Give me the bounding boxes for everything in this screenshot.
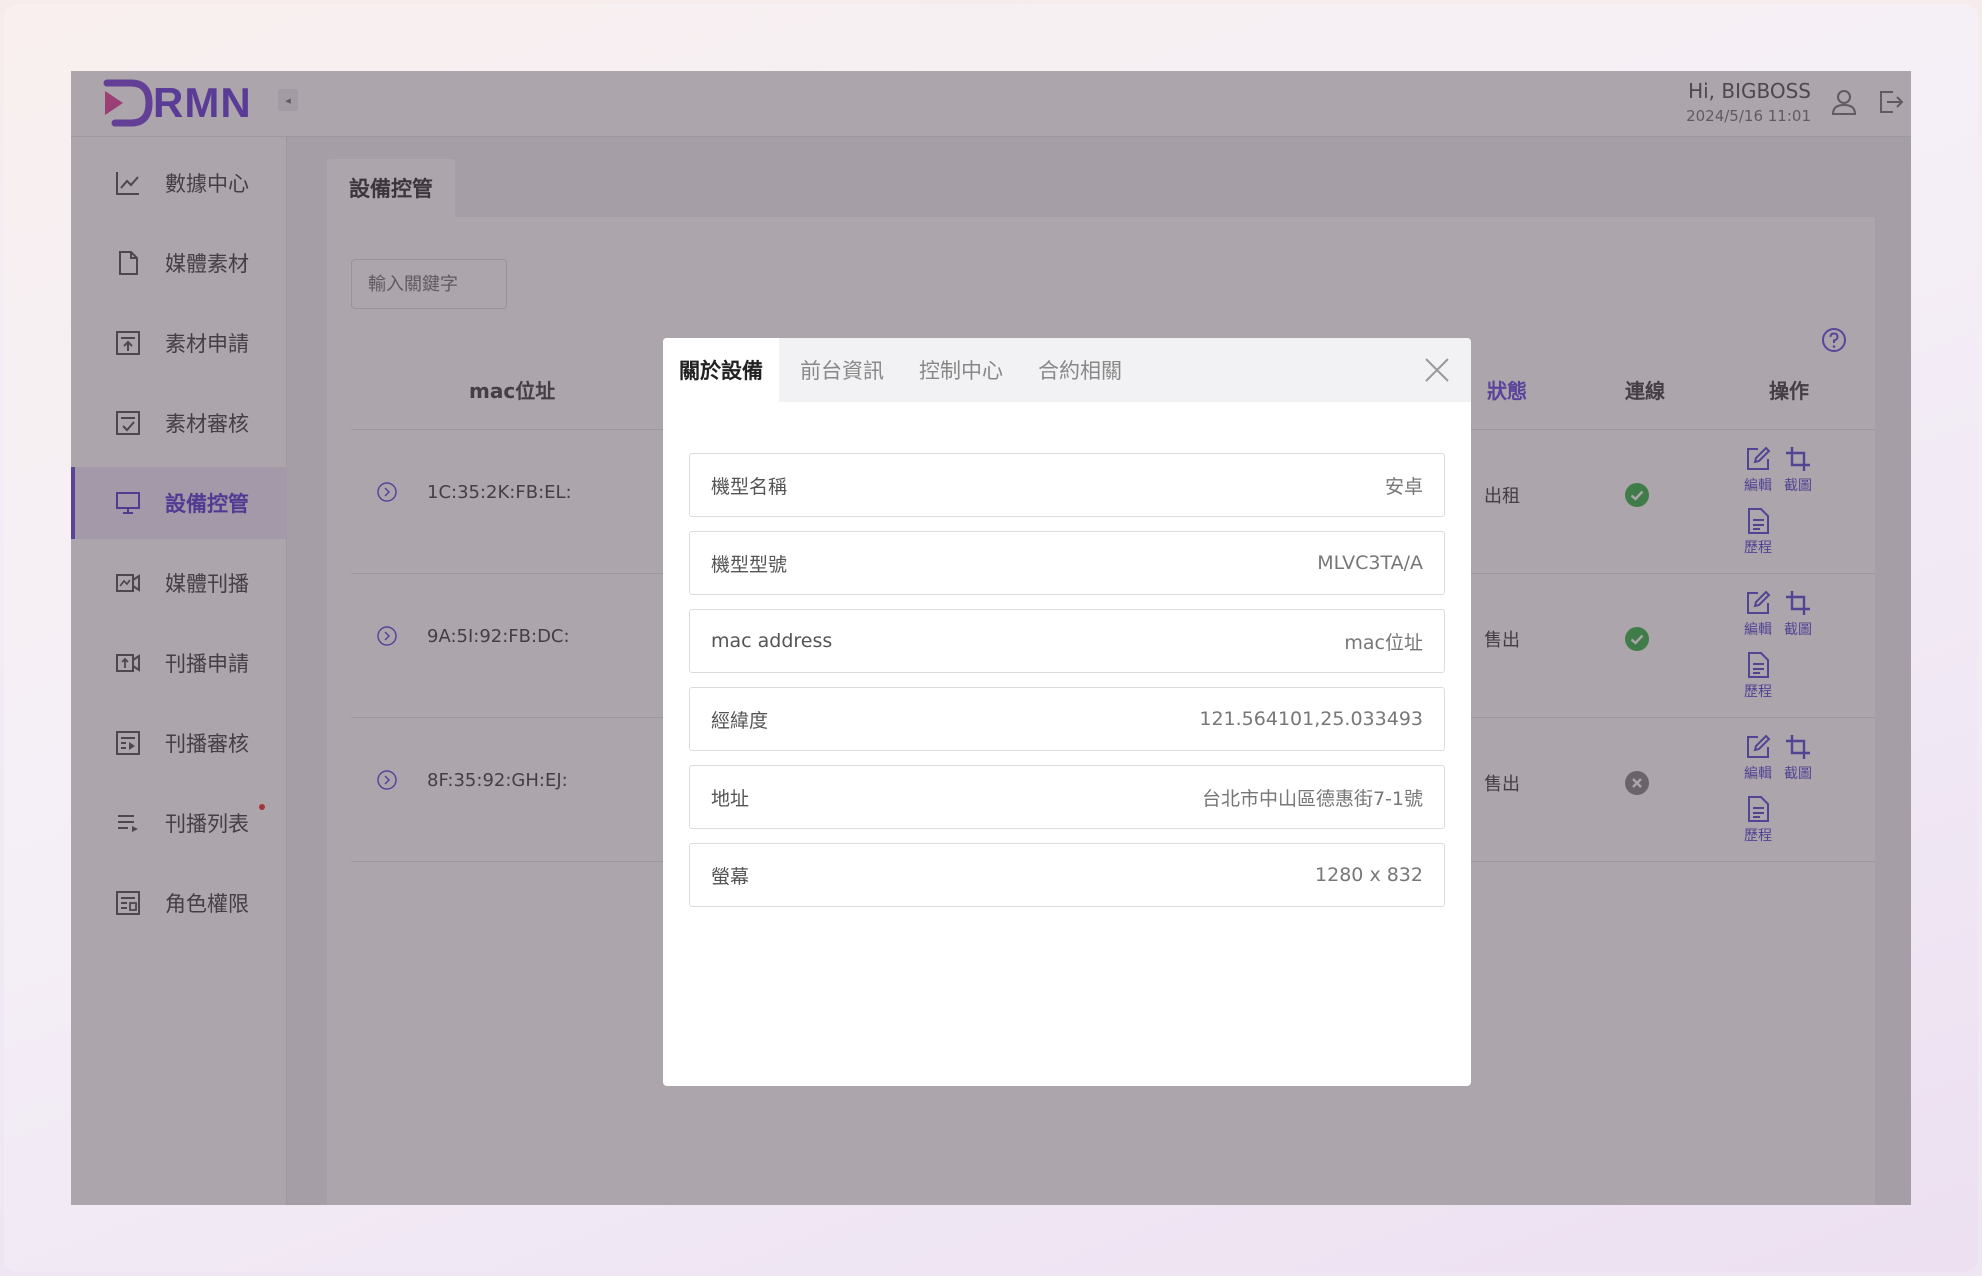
close-icon[interactable]	[1423, 356, 1451, 384]
tab-control-center[interactable]: 控制中心	[919, 338, 1003, 402]
field-label: 螢幕	[711, 865, 750, 888]
field-label: 機型型號	[711, 553, 788, 576]
field-model-name: 機型名稱 安卓	[689, 453, 1445, 517]
dialog-tabs: 關於設備 前台資訊 控制中心 合約相關	[663, 338, 1471, 402]
field-value: 安卓	[1384, 475, 1423, 498]
field-mac-address: mac address mac位址	[689, 609, 1445, 673]
tab-about-device[interactable]: 關於設備	[663, 338, 779, 402]
field-label: 地址	[711, 787, 750, 810]
tab-front-info[interactable]: 前台資訊	[800, 338, 884, 402]
field-value: 1280 x 832	[1315, 864, 1423, 886]
field-value: 121.564101,25.033493	[1199, 708, 1423, 730]
device-info-dialog: 關於設備 前台資訊 控制中心 合約相關 機型名稱 安卓 機型型號 MLVC3TA…	[663, 338, 1471, 1086]
field-screen: 螢幕 1280 x 832	[689, 843, 1445, 907]
field-label: 機型名稱	[711, 475, 788, 498]
field-value: MLVC3TA/A	[1317, 552, 1423, 574]
field-label: 經緯度	[711, 709, 769, 732]
field-coordinates: 經緯度 121.564101,25.033493	[689, 687, 1445, 751]
tab-contract[interactable]: 合約相關	[1038, 338, 1122, 402]
app-window: RMN ◂ Hi, BIGBOSS 2024/5/16 11:01 數據中心 媒…	[71, 71, 1911, 1205]
field-value: 台北市中山區德惠街7-1號	[1201, 787, 1423, 810]
field-value: mac位址	[1344, 631, 1423, 654]
field-address: 地址 台北市中山區德惠街7-1號	[689, 765, 1445, 829]
field-model-number: 機型型號 MLVC3TA/A	[689, 531, 1445, 595]
field-label: mac address	[711, 630, 833, 652]
